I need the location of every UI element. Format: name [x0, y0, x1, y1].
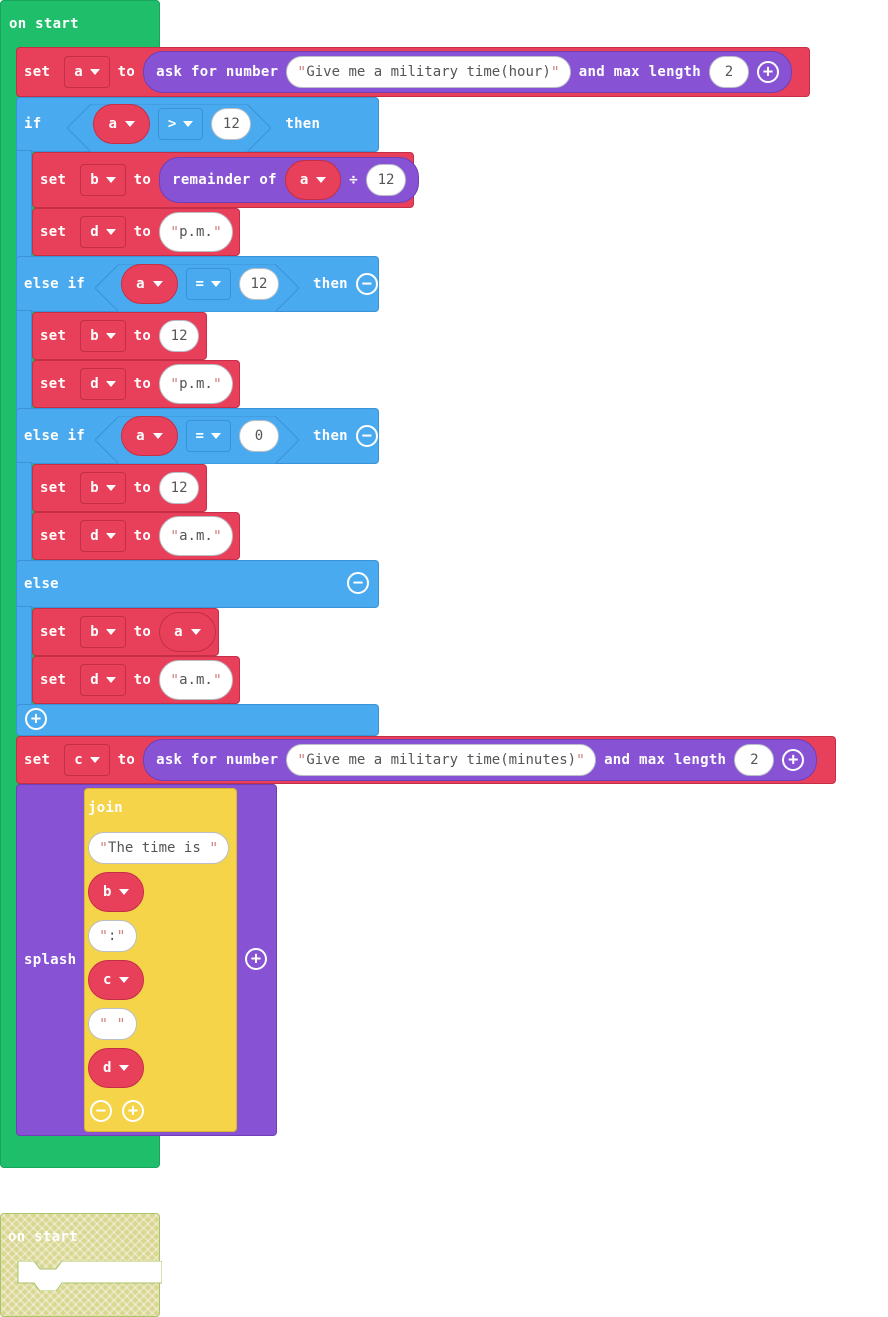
- set-keyword: set: [24, 64, 51, 80]
- to-keyword: to: [133, 224, 152, 240]
- operator-dropdown[interactable]: >: [157, 108, 204, 140]
- max-length-label: and max length: [604, 752, 727, 768]
- set-keyword: set: [40, 328, 67, 344]
- variable-dropdown-c[interactable]: c: [64, 744, 110, 776]
- set-keyword: set: [40, 528, 67, 544]
- compare-value[interactable]: 12: [211, 108, 252, 140]
- string-value[interactable]: " a.m. ": [159, 516, 233, 556]
- to-keyword: to: [133, 672, 152, 688]
- join-string-3[interactable]: " ": [88, 1008, 137, 1040]
- plus-icon[interactable]: +: [122, 1100, 144, 1122]
- variable-dropdown-d[interactable]: d: [80, 216, 126, 248]
- variable-reporter-a[interactable]: a: [121, 264, 178, 304]
- if-block-footer: [16, 704, 379, 736]
- variable-reporter-a[interactable]: a: [159, 612, 216, 652]
- minus-icon[interactable]: −: [347, 572, 369, 594]
- remainder-label: remainder of: [172, 172, 277, 188]
- to-keyword: to: [133, 528, 152, 544]
- variable-reporter-a[interactable]: a: [93, 104, 150, 144]
- compare-condition[interactable]: a > 12: [67, 104, 277, 152]
- caret-down-icon: [89, 69, 100, 75]
- plus-icon[interactable]: +: [782, 749, 805, 771]
- to-keyword: to: [117, 64, 136, 80]
- divide-sign: ÷: [349, 172, 359, 188]
- minus-icon[interactable]: −: [90, 1100, 112, 1122]
- if-keyword: if: [24, 116, 42, 132]
- max-length-value[interactable]: 2: [709, 56, 749, 88]
- string-value[interactable]: " p.m. ": [159, 212, 233, 252]
- set-keyword: set: [40, 376, 67, 392]
- compare-condition[interactable]: a = 12: [95, 264, 305, 312]
- join-keyword: join: [88, 800, 123, 816]
- disabled-on-start-block[interactable]: on start: [0, 1213, 162, 1317]
- on-start-label: on start: [8, 1229, 78, 1245]
- variable-dropdown-a[interactable]: a: [64, 56, 110, 88]
- to-keyword: to: [133, 480, 152, 496]
- then-keyword: then: [285, 116, 321, 132]
- compare-value[interactable]: 12: [238, 268, 279, 300]
- variable-dropdown-d[interactable]: d: [80, 520, 126, 552]
- join-string-2[interactable]: ": ": [88, 920, 137, 952]
- to-keyword: to: [117, 752, 136, 768]
- number-value[interactable]: 12: [159, 320, 200, 352]
- set-keyword: set: [40, 624, 67, 640]
- compare-value[interactable]: 0: [238, 420, 279, 452]
- variable-reporter-d[interactable]: d: [88, 1048, 145, 1088]
- set-keyword: set: [40, 224, 67, 240]
- plus-icon[interactable]: +: [25, 708, 47, 730]
- variable-dropdown-b[interactable]: b: [80, 616, 126, 648]
- splash-keyword: splash: [24, 952, 77, 968]
- compare-condition[interactable]: a = 0: [95, 416, 305, 464]
- on-start-label: on start: [9, 16, 79, 32]
- then-keyword: then: [312, 428, 348, 444]
- else-block[interactable]: [16, 560, 379, 608]
- set-keyword: set: [24, 752, 51, 768]
- set-keyword: set: [40, 480, 67, 496]
- string-value[interactable]: " p.m. ": [159, 364, 233, 404]
- divisor-value[interactable]: 12: [366, 164, 407, 196]
- to-keyword: to: [133, 172, 152, 188]
- string-value[interactable]: " a.m. ": [159, 660, 233, 700]
- to-keyword: to: [133, 376, 152, 392]
- then-keyword: then: [312, 276, 348, 292]
- to-keyword: to: [133, 624, 152, 640]
- ask-for-number-block[interactable]: ask for number " Give me a military time(…: [143, 51, 792, 93]
- variable-dropdown-d[interactable]: d: [80, 664, 126, 696]
- max-length-value[interactable]: 2: [734, 744, 775, 776]
- ask-for-number-block[interactable]: ask for number " Give me a military time(…: [143, 739, 818, 781]
- variable-dropdown-b[interactable]: b: [80, 164, 126, 196]
- variable-reporter-a[interactable]: a: [121, 416, 178, 456]
- else-if-keyword: else if: [24, 428, 86, 444]
- ask-label: ask for number: [156, 64, 279, 80]
- prompt-string[interactable]: " Give me a military time(hour) ": [286, 56, 571, 88]
- variable-reporter-a[interactable]: a: [284, 160, 342, 200]
- plus-icon[interactable]: +: [757, 61, 779, 83]
- variable-dropdown-b[interactable]: b: [80, 320, 126, 352]
- else-keyword: else: [24, 576, 59, 592]
- set-keyword: set: [40, 672, 67, 688]
- operator-dropdown[interactable]: =: [185, 420, 231, 452]
- ask-label: ask for number: [156, 752, 279, 768]
- minus-icon[interactable]: −: [355, 273, 378, 295]
- prompt-string[interactable]: " Give me a military time(minutes) ": [286, 744, 597, 776]
- number-value[interactable]: 12: [159, 472, 200, 504]
- set-keyword: set: [40, 172, 67, 188]
- variable-dropdown-d[interactable]: d: [80, 368, 126, 400]
- else-if-keyword: else if: [24, 276, 86, 292]
- variable-dropdown-b[interactable]: b: [80, 472, 126, 504]
- to-keyword: to: [133, 328, 152, 344]
- minus-icon[interactable]: −: [355, 425, 378, 447]
- variable-reporter-c[interactable]: c: [88, 960, 145, 1000]
- max-length-label: and max length: [578, 64, 701, 80]
- remainder-block[interactable]: remainder of a ÷ 12: [159, 157, 420, 203]
- join-string-1[interactable]: " The time is ": [88, 832, 230, 864]
- statement-slot: [17, 1261, 162, 1291]
- plus-icon[interactable]: +: [245, 948, 267, 970]
- variable-reporter-b[interactable]: b: [88, 872, 145, 912]
- operator-dropdown[interactable]: =: [185, 268, 231, 300]
